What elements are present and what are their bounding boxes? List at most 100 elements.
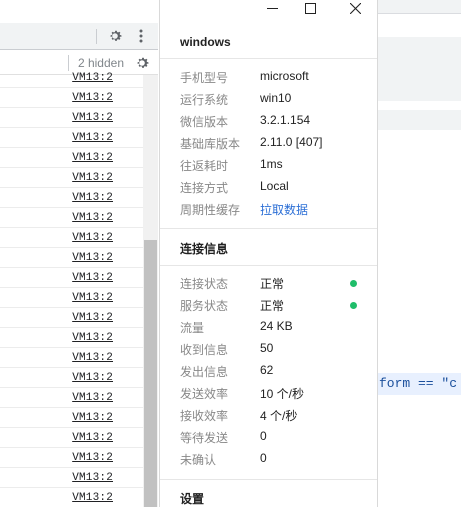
console-row: VM13:2 bbox=[0, 108, 143, 128]
console-row: VM13:2 bbox=[0, 328, 143, 348]
source-link[interactable]: VM13:2 bbox=[72, 492, 113, 504]
info-row: 未确认 0 bbox=[180, 449, 370, 471]
info-value: 1ms bbox=[260, 157, 283, 171]
info-label: 手机型号 bbox=[180, 71, 229, 85]
source-link[interactable]: VM13:2 bbox=[72, 472, 113, 484]
info-label: 连接方式 bbox=[180, 181, 229, 195]
info-label: 基础库版本 bbox=[180, 137, 241, 151]
maximize-button[interactable] bbox=[290, 0, 330, 16]
source-link[interactable]: VM13:2 bbox=[72, 152, 113, 164]
info-value: 2.11.0 [407] bbox=[260, 135, 323, 149]
settings-section-title[interactable]: 设置 bbox=[180, 490, 204, 507]
console-row: VM13:2 bbox=[0, 388, 143, 408]
gear-icon bbox=[110, 30, 122, 41]
info-row: 接收效率 4 个/秒 bbox=[180, 405, 370, 427]
info-row: 收到信息 50 bbox=[180, 339, 370, 361]
more-vertical-icon bbox=[139, 29, 143, 43]
info-row: 发送效率 10 个/秒 bbox=[180, 383, 370, 405]
source-link[interactable]: VM13:2 bbox=[72, 412, 113, 424]
info-row: 发出信息 62 bbox=[180, 361, 370, 383]
source-link[interactable]: VM13:2 bbox=[72, 432, 113, 444]
minimize-button[interactable] bbox=[252, 0, 292, 16]
divider bbox=[160, 228, 377, 229]
console-row: VM13:2 bbox=[0, 448, 143, 468]
info-row: 等待发送 0 bbox=[180, 427, 370, 449]
info-row: 流量 24 KB bbox=[180, 317, 370, 339]
source-link[interactable]: VM13:2 bbox=[72, 272, 113, 284]
close-button[interactable] bbox=[335, 0, 375, 16]
source-link[interactable]: VM13:2 bbox=[72, 452, 113, 464]
info-value: win10 bbox=[260, 91, 292, 105]
devtools-settings-button[interactable] bbox=[104, 25, 126, 47]
info-value: 10 个/秒 bbox=[260, 387, 305, 401]
source-link[interactable]: VM13:2 bbox=[72, 72, 113, 84]
source-link[interactable]: VM13:2 bbox=[72, 212, 113, 224]
source-link[interactable]: VM13:2 bbox=[72, 192, 113, 204]
source-link[interactable]: VM13:2 bbox=[72, 112, 113, 124]
status-ok-dot-icon bbox=[350, 280, 357, 287]
maximize-icon bbox=[304, 2, 316, 14]
source-link[interactable]: VM13:2 bbox=[72, 312, 113, 324]
info-label: 等待发送 bbox=[180, 431, 229, 445]
info-value: 3.2.1.154 bbox=[260, 113, 311, 127]
console-row: VM13:2 bbox=[0, 268, 143, 288]
info-label: 流量 bbox=[180, 321, 205, 335]
debug-info-window: windows 手机型号 microsoft 运行系统 win10 微信版本 3.2.1.… bbox=[159, 0, 378, 507]
info-row: 微信版本 3.2.1.154 bbox=[180, 111, 370, 133]
source-link[interactable]: VM13:2 bbox=[72, 372, 113, 384]
divider bbox=[160, 479, 377, 480]
connection-section-title: 连接信息 bbox=[180, 242, 229, 256]
source-link[interactable]: VM13:2 bbox=[72, 232, 113, 244]
source-link[interactable]: VM13:2 bbox=[72, 172, 113, 184]
info-value: 0 bbox=[260, 429, 267, 443]
console-row: VM13:2 bbox=[0, 488, 143, 507]
source-link[interactable]: VM13:2 bbox=[72, 252, 113, 264]
status-ok-dot-icon bbox=[350, 302, 357, 309]
editor-gray-block bbox=[378, 37, 461, 101]
console-row: VM13:2 bbox=[0, 348, 143, 368]
editor-tab-strip bbox=[378, 0, 461, 14]
info-label: 接收效率 bbox=[180, 409, 229, 423]
info-label: 服务状态 bbox=[180, 299, 229, 313]
info-row: 周期性缓存 拉取数据 bbox=[180, 199, 370, 221]
devtools-more-button[interactable] bbox=[131, 25, 151, 47]
info-label: 周期性缓存 bbox=[180, 203, 241, 217]
console-row: VM13:2 bbox=[0, 468, 143, 488]
console-scrollbar-thumb[interactable] bbox=[144, 240, 157, 507]
info-value: microsoft bbox=[260, 69, 309, 83]
code-line-highlight[interactable]: form == "c bbox=[378, 373, 461, 395]
editor-gray-line bbox=[378, 110, 461, 130]
console-message-list: VM13:2 VM13:2 VM13:2 VM13:2 VM13:2 VM13:2 VM13… bbox=[0, 68, 143, 507]
console-row: VM13:2 bbox=[0, 208, 143, 228]
console-row: VM13:2 bbox=[0, 308, 143, 328]
console-row: VM13:2 bbox=[0, 148, 143, 168]
fetch-data-link[interactable]: 拉取数据 bbox=[260, 201, 308, 218]
info-row: 手机型号 microsoft bbox=[180, 67, 370, 89]
info-label: 未确认 bbox=[180, 453, 217, 467]
source-link[interactable]: VM13:2 bbox=[72, 92, 113, 104]
info-value: 0 bbox=[260, 451, 267, 465]
source-link[interactable]: VM13:2 bbox=[72, 132, 113, 144]
console-row: VM13:2 bbox=[0, 168, 143, 188]
minimize-icon bbox=[266, 7, 278, 9]
info-label: 连接状态 bbox=[180, 277, 229, 291]
console-row: VM13:2 bbox=[0, 128, 143, 148]
console-row: VM13:2 bbox=[0, 248, 143, 268]
source-link[interactable]: VM13:2 bbox=[72, 352, 113, 364]
info-row: 连接状态 正常 bbox=[180, 273, 370, 295]
info-label: 发送效率 bbox=[180, 387, 229, 401]
source-link[interactable]: VM13:2 bbox=[72, 332, 113, 344]
window-controls bbox=[160, 0, 377, 16]
editor-background: form == "c bbox=[378, 0, 461, 507]
info-value: 50 bbox=[260, 341, 274, 355]
toolbar-separator bbox=[96, 29, 97, 44]
close-icon bbox=[349, 2, 361, 14]
code-snippet: form == "c bbox=[379, 376, 458, 391]
info-value: 4 个/秒 bbox=[260, 409, 298, 423]
info-label: 微信版本 bbox=[180, 115, 229, 129]
info-value: 62 bbox=[260, 363, 274, 377]
devtools-toolbar bbox=[0, 23, 158, 50]
info-label: 往返耗时 bbox=[180, 159, 229, 173]
source-link[interactable]: VM13:2 bbox=[72, 392, 113, 404]
source-link[interactable]: VM13:2 bbox=[72, 292, 113, 304]
